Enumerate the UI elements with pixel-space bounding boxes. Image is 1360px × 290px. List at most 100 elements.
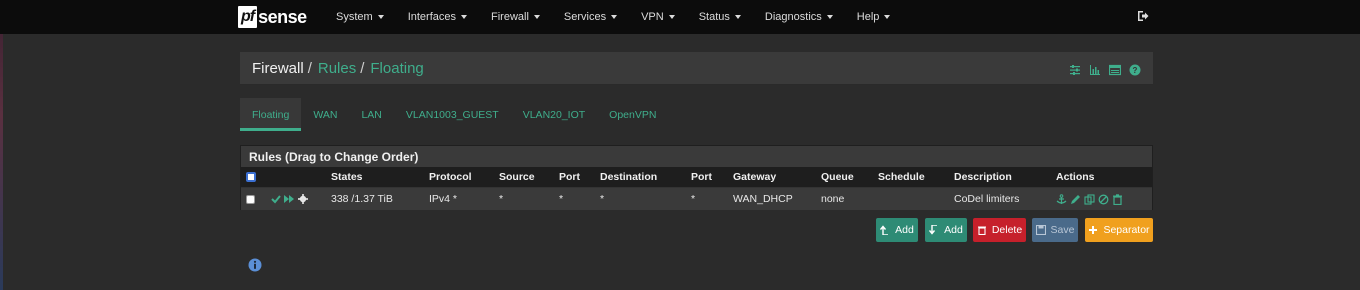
interface-tabs: Floating WAN LAN VLAN1003_GUEST VLAN20_I… <box>240 98 668 131</box>
breadcrumb-bar: Firewall / Rules / Floating ? <box>240 52 1153 85</box>
disable-icon[interactable] <box>1098 194 1109 205</box>
table-log-icon[interactable] <box>1109 64 1121 76</box>
anchor-icon[interactable] <box>1056 193 1067 205</box>
header-description[interactable]: Description <box>954 167 1012 187</box>
breadcrumb-actions: ? <box>1069 64 1141 76</box>
caret-down-icon <box>734 15 741 19</box>
menu-services[interactable]: Services <box>564 11 618 23</box>
breadcrumb: Firewall / Rules / Floating <box>252 60 424 77</box>
breadcrumb-floating[interactable]: Floating <box>370 60 423 77</box>
add-top-button[interactable]: Add <box>876 218 918 242</box>
select-all-cell <box>246 167 256 187</box>
breadcrumb-rules[interactable]: Rules <box>318 60 356 77</box>
floppy-icon <box>1035 225 1046 235</box>
add-bottom-button[interactable]: Add <box>925 218 967 242</box>
header-port-2[interactable]: Port <box>691 167 712 187</box>
breadcrumb-separator: / <box>307 60 312 77</box>
header-queue[interactable]: Queue <box>821 167 854 187</box>
row-gateway: WAN_DHCP <box>733 193 793 205</box>
row-select-cell <box>246 188 255 210</box>
add-separator-button[interactable]: Separator <box>1085 218 1153 242</box>
header-port[interactable]: Port <box>559 167 580 187</box>
logo-sense: sense <box>258 6 307 27</box>
tab-vlan1003-guest[interactable]: VLAN1003_GUEST <box>394 98 511 131</box>
header-source[interactable]: Source <box>499 167 535 187</box>
tab-vlan20-iot[interactable]: VLAN20_IOT <box>511 98 597 131</box>
menu-help[interactable]: Help <box>857 11 891 23</box>
caret-down-icon <box>668 15 675 19</box>
tab-wan[interactable]: WAN <box>301 98 349 131</box>
menu-firewall[interactable]: Firewall <box>491 11 540 23</box>
rules-table-header: States Protocol Source Port Destination … <box>241 167 1152 187</box>
caret-down-icon <box>826 15 833 19</box>
plus-icon <box>1089 226 1098 234</box>
save-button[interactable]: Save <box>1032 218 1078 242</box>
arrow-up-icon <box>880 225 889 235</box>
menu-label: VPN <box>641 11 664 23</box>
table-row[interactable]: 338 /1.37 TiB IPv4 * * * * * WAN_DHCP no… <box>241 188 1152 210</box>
info-icon[interactable] <box>248 258 262 272</box>
header-states[interactable]: States <box>331 167 363 187</box>
menu-label: Status <box>698 11 730 23</box>
logo-pf: pf <box>238 6 258 28</box>
header-schedule[interactable]: Schedule <box>878 167 925 187</box>
delete-button[interactable]: Delete <box>973 218 1026 242</box>
header-destination[interactable]: Destination <box>600 167 657 187</box>
tab-floating[interactable]: Floating <box>240 98 302 131</box>
add-top-label: Add <box>895 224 914 236</box>
caret-down-icon <box>533 15 540 19</box>
fast-forward-icon <box>284 195 294 203</box>
caret-down-icon <box>611 15 618 19</box>
arrow-down-icon <box>929 225 938 235</box>
menu-vpn[interactable]: VPN <box>641 11 675 23</box>
save-label: Save <box>1050 224 1075 236</box>
header-gateway[interactable]: Gateway <box>733 167 776 187</box>
pencil-icon[interactable] <box>1070 194 1081 205</box>
add-bottom-label: Add <box>944 224 963 236</box>
row-protocol: IPv4 * <box>429 193 458 205</box>
menu-diagnostics[interactable]: Diagnostics <box>765 11 833 23</box>
check-icon <box>271 195 281 204</box>
menu-label: Firewall <box>491 11 529 23</box>
menu-label: Interfaces <box>407 11 456 23</box>
breadcrumb-firewall: Firewall <box>252 60 304 77</box>
row-port-2: * <box>691 193 696 205</box>
help-icon[interactable]: ? <box>1129 64 1141 76</box>
rules-panel-title: Rules (Drag to Change Order) <box>241 146 1152 167</box>
row-description: CoDel limiters <box>954 193 1020 205</box>
rules-panel: Rules (Drag to Change Order) States Prot… <box>240 145 1153 210</box>
sliders-icon[interactable] <box>1069 64 1081 76</box>
caret-down-icon <box>377 15 384 19</box>
menu-system[interactable]: System <box>336 11 384 23</box>
row-source: * <box>499 193 504 205</box>
menu-label: Diagnostics <box>764 11 822 23</box>
trash-icon <box>977 226 986 235</box>
top-navbar: pf sense System Interfaces Firewall Serv… <box>0 0 1360 34</box>
pfsense-logo[interactable]: pf sense <box>238 4 307 30</box>
bar-chart-icon[interactable] <box>1089 64 1101 76</box>
menu-label: Help <box>856 11 880 23</box>
menu-status[interactable]: Status <box>699 11 741 23</box>
gear-icon <box>298 194 308 204</box>
row-destination: * <box>600 193 605 205</box>
breadcrumb-separator: / <box>360 60 365 77</box>
trash-icon[interactable] <box>1112 193 1123 205</box>
row-checkbox[interactable] <box>246 194 255 204</box>
header-protocol[interactable]: Protocol <box>429 167 472 187</box>
header-actions: Actions <box>1056 171 1095 183</box>
tab-openvpn[interactable]: OpenVPN <box>597 98 668 131</box>
separator-label: Separator <box>1103 224 1150 236</box>
copy-icon[interactable] <box>1084 193 1095 205</box>
tab-lan[interactable]: LAN <box>349 98 393 131</box>
menu-interfaces[interactable]: Interfaces <box>408 11 467 23</box>
svg-text:?: ? <box>1133 66 1138 75</box>
select-all-checkbox[interactable] <box>246 172 256 182</box>
caret-down-icon <box>884 15 891 19</box>
row-actions <box>1056 188 1123 210</box>
rule-status-icons <box>271 188 308 210</box>
logout-icon[interactable] <box>1137 10 1149 22</box>
menu-label: System <box>336 11 373 23</box>
row-queue: none <box>821 193 845 205</box>
main-menu: System Interfaces Firewall Services VPN … <box>336 0 914 34</box>
row-states[interactable]: 338 /1.37 TiB <box>331 188 393 210</box>
